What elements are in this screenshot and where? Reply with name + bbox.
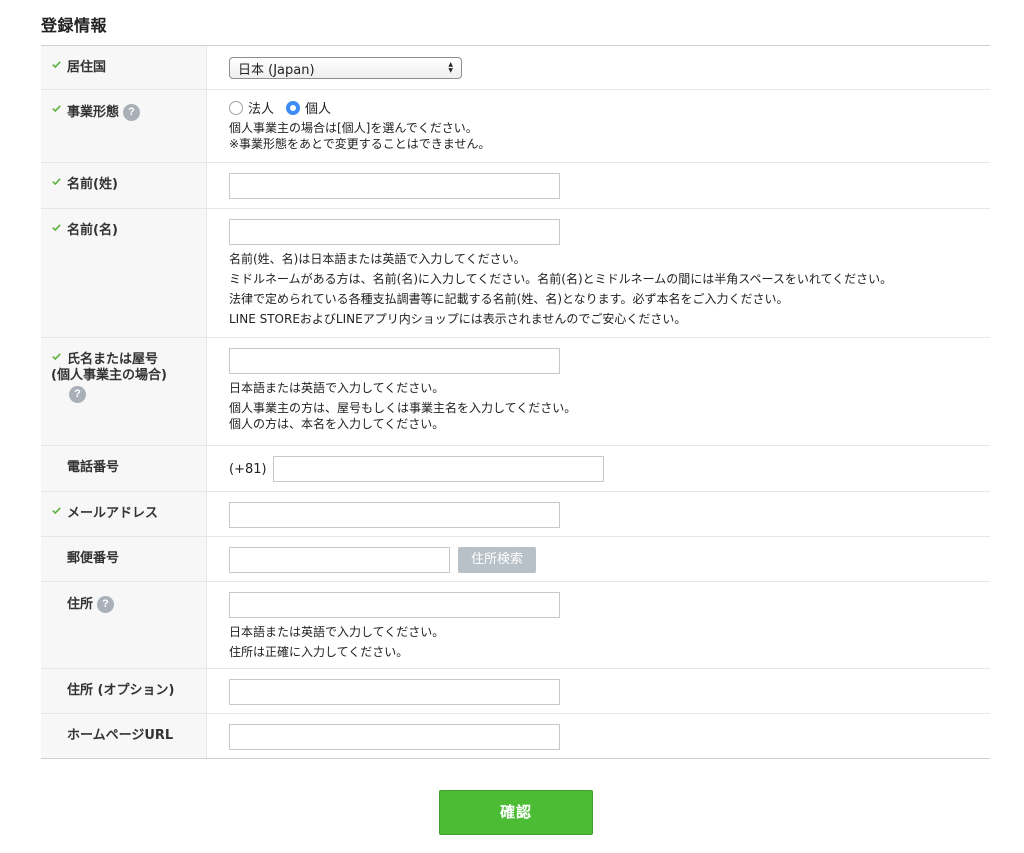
help-icon[interactable]: ? — [69, 386, 86, 403]
radio-individual-label[interactable]: 個人 — [305, 98, 331, 117]
label-address: 住所? — [41, 582, 207, 668]
registration-form: 居住国 日本 (Japan) ▲ ▼ 事業形態? 法人 個人 個人事業主の場合は[… — [41, 45, 990, 759]
row-last-name: 名前(姓) — [41, 163, 990, 209]
check-icon — [52, 507, 61, 514]
radio-individual[interactable] — [286, 100, 301, 115]
label-last-name: 名前(姓) — [41, 163, 207, 208]
section-title: 登録情報 — [41, 16, 108, 35]
check-icon — [52, 105, 61, 112]
label-postal: 郵便番号 — [41, 537, 207, 581]
row-homepage: ホームページURL — [41, 714, 990, 758]
phone-country-code: (+81) — [229, 461, 267, 477]
business-type-help: 個人事業主の場合は[個人]を選んでください。 ※事業形態をあとで変更することはで… — [229, 121, 491, 151]
first-name-input[interactable] — [229, 219, 560, 245]
confirm-button[interactable]: 確認 — [439, 790, 593, 835]
label-business-type: 事業形態? — [41, 90, 207, 162]
homepage-url-input[interactable] — [229, 724, 560, 750]
address-help: 日本語または英語で入力してください。 住所は正確に入力してください。 — [229, 625, 445, 659]
phone-input[interactable] — [272, 456, 604, 482]
label-first-name: 名前(名) — [41, 209, 207, 337]
check-icon — [52, 61, 61, 68]
business-type-radio-group: 法人 個人 — [229, 98, 990, 117]
label-homepage: ホームページURL — [41, 714, 207, 758]
row-trade-name: 氏名または屋号 (個人事業主の場合) ? 日本語または英語で入力してください。 … — [41, 338, 990, 446]
country-select-value: 日本 (Japan) — [238, 62, 315, 78]
row-address: 住所? 日本語または英語で入力してください。 住所は正確に入力してください。 — [41, 582, 990, 669]
radio-corporate[interactable] — [229, 100, 243, 115]
last-name-input[interactable] — [229, 173, 560, 199]
row-postal: 郵便番号 住所検索 — [41, 537, 990, 582]
address-optional-input[interactable] — [229, 679, 560, 705]
row-business-type: 事業形態? 法人 個人 個人事業主の場合は[個人]を選んでください。 ※事業形態… — [41, 90, 990, 163]
check-icon — [52, 224, 61, 231]
postal-code-input[interactable] — [229, 547, 450, 573]
trade-name-input[interactable] — [229, 348, 560, 374]
first-name-help: 名前(姓、名)は日本語または英語で入力してください。 ミドルネームがある方は、名… — [229, 252, 893, 326]
help-icon[interactable]: ? — [97, 596, 115, 613]
check-icon — [52, 178, 61, 185]
label-email: メールアドレス — [41, 492, 207, 536]
help-icon[interactable]: ? — [123, 104, 141, 121]
check-icon — [52, 353, 61, 360]
label-trade-name: 氏名または屋号 (個人事業主の場合) ? — [41, 338, 207, 445]
email-input[interactable] — [229, 502, 560, 528]
label-country: 居住国 — [41, 46, 207, 89]
row-phone: 電話番号 (+81) — [41, 446, 990, 492]
label-address-optional: 住所 (オプション) — [41, 669, 207, 713]
row-email: メールアドレス — [41, 492, 990, 537]
country-select[interactable]: 日本 (Japan) ▲ ▼ — [229, 57, 462, 79]
row-address-optional: 住所 (オプション) — [41, 669, 990, 714]
row-first-name: 名前(名) 名前(姓、名)は日本語または英語で入力してください。 ミドルネームが… — [41, 209, 990, 338]
address-search-button[interactable]: 住所検索 — [458, 547, 536, 573]
trade-name-help: 日本語または英語で入力してください。 個人事業主の方は、屋号もしくは事業主名を入… — [229, 381, 577, 431]
select-arrows-icon: ▲ ▼ — [448, 61, 453, 74]
row-country: 居住国 日本 (Japan) ▲ ▼ — [41, 46, 990, 90]
label-phone: 電話番号 — [41, 446, 207, 491]
address-input[interactable] — [229, 592, 560, 618]
radio-corporate-label[interactable]: 法人 — [248, 98, 274, 117]
